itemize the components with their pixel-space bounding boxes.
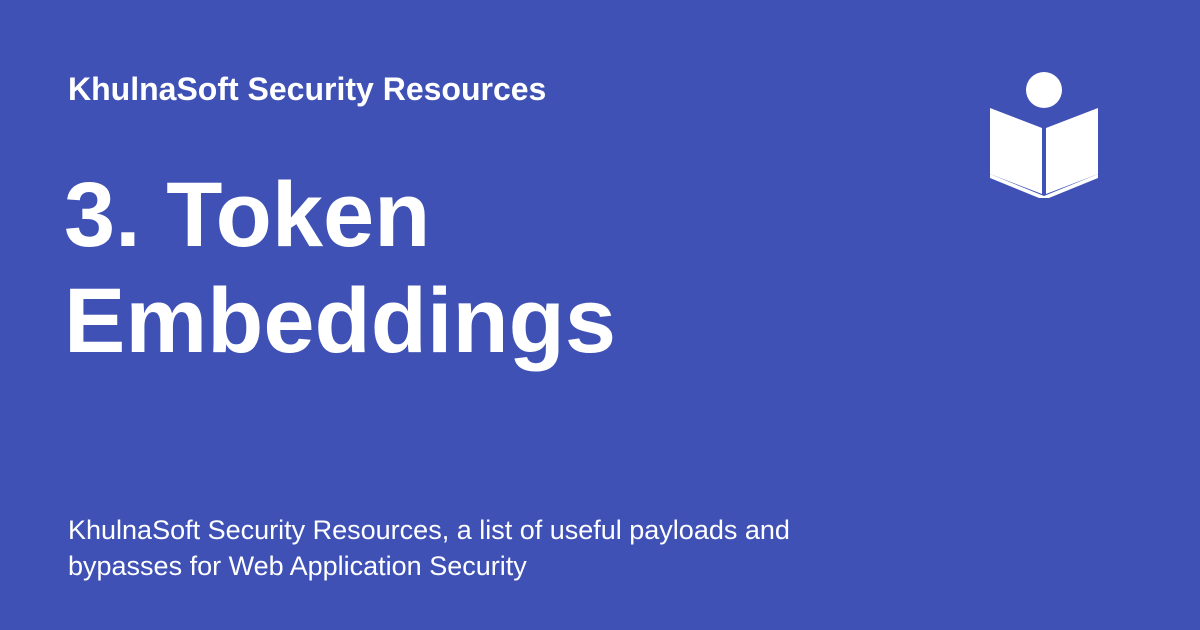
page-title-line-1: 3. Token — [64, 164, 431, 266]
book-reader-icon — [990, 72, 1098, 198]
site-name: KhulnaSoft Security Resources — [68, 71, 547, 107]
page-title: 3. Token Embeddings — [64, 162, 824, 374]
page-title-line-2: Embeddings — [64, 270, 617, 372]
site-description: KhulnaSoft Security Resources, a list of… — [68, 515, 790, 581]
social-card: KhulnaSoft Security Resources 3. Token E… — [0, 0, 1200, 630]
